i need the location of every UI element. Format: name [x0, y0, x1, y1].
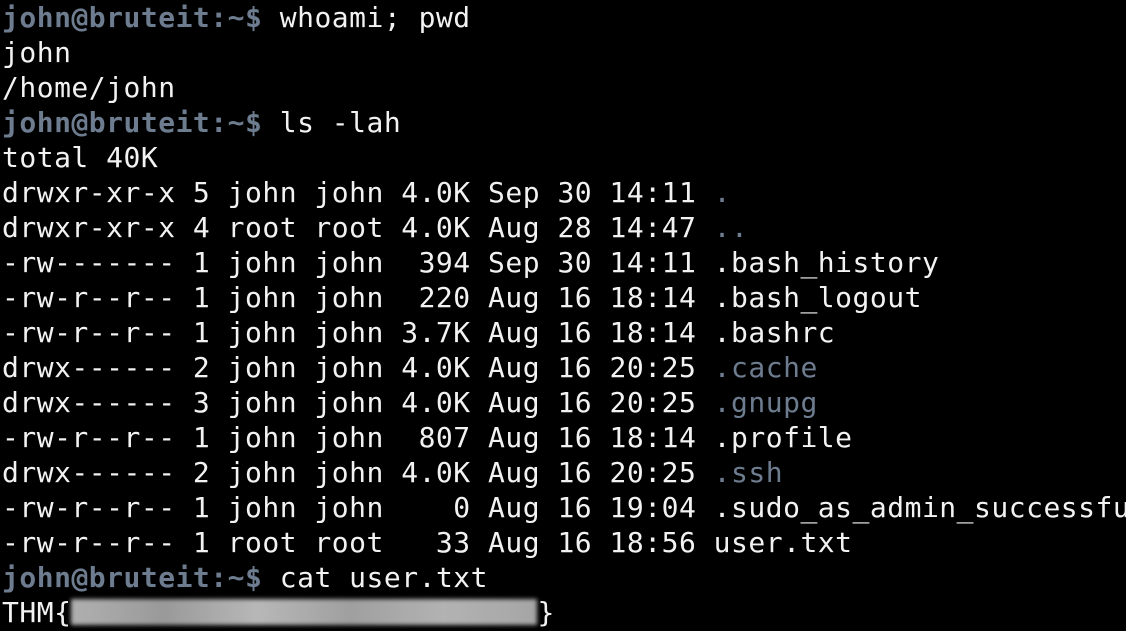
listing-meta: -rw-r--r-- 1 john john 807 Aug 16 18:14 [2, 421, 714, 454]
output-line: john [2, 36, 72, 69]
directory-name: . [713, 176, 732, 209]
file-name: .bash_history [713, 246, 940, 279]
listing-row: -rw-r--r-- 1 john john 0 Aug 16 19:04 .s… [2, 490, 1126, 525]
prompt-user-host: john@bruteit [2, 561, 211, 594]
output-line: /home/john [2, 71, 176, 104]
listing-meta: drwx------ 3 john john 4.0K Aug 16 20:25 [2, 386, 714, 419]
directory-name: .ssh [713, 456, 784, 489]
directory-name: .cache [713, 351, 818, 384]
directory-name: .gnupg [713, 386, 818, 419]
listing-row: -rw-r--r-- 1 root root 33 Aug 16 18:56 u… [2, 525, 1126, 560]
listing-row: -rw-r--r-- 1 john john 3.7K Aug 16 18:14… [2, 315, 1126, 350]
output-line: total 40K [2, 141, 159, 174]
listing-meta: drwxr-xr-x 5 john john 4.0K Sep 30 14:11 [2, 176, 714, 209]
terminal-window[interactable]: john@bruteit:~$ whoami; pwd john /home/j… [0, 0, 1126, 631]
listing-meta: -rw-r--r-- 1 john john 220 Aug 16 18:14 [2, 281, 714, 314]
prompt-path: :~$ [210, 1, 280, 34]
listing-row: -rw-r--r-- 1 john john 220 Aug 16 18:14 … [2, 280, 1126, 315]
redacted-flag-blur [71, 599, 538, 625]
directory-name: .. [713, 211, 749, 244]
prompt-path: :~$ [210, 561, 280, 594]
flag-line: THM{} [2, 595, 1126, 630]
directory-listing: drwxr-xr-x 5 john john 4.0K Sep 30 14:11… [2, 175, 1126, 560]
listing-meta: -rw-r--r-- 1 root root 33 Aug 16 18:56 [2, 526, 714, 559]
prompt-user-host: john@bruteit [2, 1, 211, 34]
file-name: .profile [713, 421, 853, 454]
listing-row: drwx------ 2 john john 4.0K Aug 16 20:25… [2, 455, 1126, 490]
prompt-line: john@bruteit:~$ whoami; pwd [2, 0, 1126, 35]
command-text: cat user.txt [279, 561, 489, 594]
listing-meta: drwx------ 2 john john 4.0K Aug 16 20:25 [2, 456, 714, 489]
command-text: whoami; pwd [279, 1, 471, 34]
flag-prefix: THM{ [2, 596, 72, 629]
flag-suffix: } [537, 596, 555, 629]
listing-meta: -rw-r--r-- 1 john john 3.7K Aug 16 18:14 [2, 316, 714, 349]
file-name: .sudo_as_admin_successful [713, 491, 1126, 524]
listing-row: -rw-r--r-- 1 john john 807 Aug 16 18:14 … [2, 420, 1126, 455]
prompt-path: :~$ [210, 106, 280, 139]
listing-row: drwx------ 3 john john 4.0K Aug 16 20:25… [2, 385, 1126, 420]
file-name: user.txt [713, 526, 853, 559]
listing-meta: drwx------ 2 john john 4.0K Aug 16 20:25 [2, 351, 714, 384]
listing-row: drwxr-xr-x 4 root root 4.0K Aug 28 14:47… [2, 210, 1126, 245]
listing-meta: -rw-r--r-- 1 john john 0 Aug 16 19:04 [2, 491, 714, 524]
listing-meta: drwxr-xr-x 4 root root 4.0K Aug 28 14:47 [2, 211, 714, 244]
file-name: .bash_logout [713, 281, 922, 314]
listing-row: drwx------ 2 john john 4.0K Aug 16 20:25… [2, 350, 1126, 385]
listing-row: drwxr-xr-x 5 john john 4.0K Sep 30 14:11… [2, 175, 1126, 210]
file-name: .bashrc [713, 316, 836, 349]
prompt-line: john@bruteit:~$ cat user.txt [2, 560, 1126, 595]
listing-meta: -rw------- 1 john john 394 Sep 30 14:11 [2, 246, 714, 279]
listing-row: -rw------- 1 john john 394 Sep 30 14:11 … [2, 245, 1126, 280]
prompt-line: john@bruteit:~$ ls -lah [2, 105, 1126, 140]
command-text: ls -lah [279, 106, 402, 139]
prompt-user-host: john@bruteit [2, 106, 211, 139]
